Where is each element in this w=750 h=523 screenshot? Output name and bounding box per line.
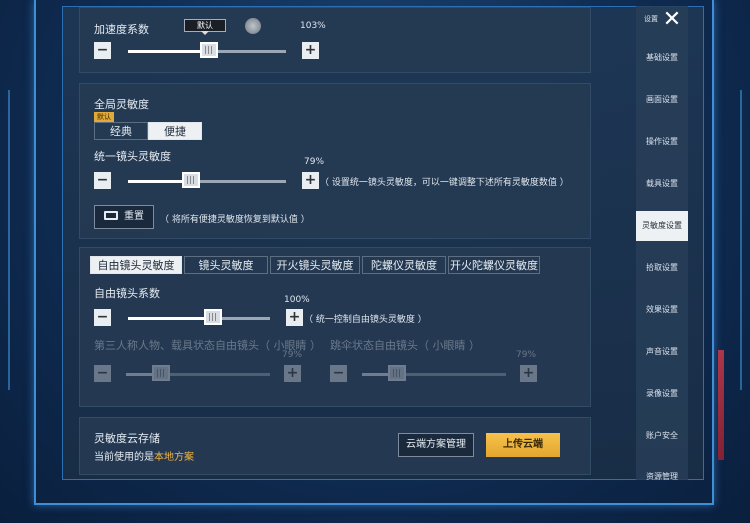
- default-marker-bubble: 默认: [184, 19, 226, 35]
- tab-fire-camera[interactable]: 开火镜头灵敏度: [270, 256, 360, 274]
- mode-convenient-tab[interactable]: 便捷: [148, 122, 202, 140]
- third-person-minus-button[interactable]: −: [94, 365, 111, 382]
- cloud-manage-button[interactable]: 云端方案管理: [398, 433, 474, 457]
- unified-plus-button[interactable]: +: [302, 172, 319, 189]
- accel-section: 加速度系数 103% − +: [79, 7, 591, 73]
- cloud-title: 灵敏度云存储: [94, 432, 160, 445]
- cloud-upload-button[interactable]: 上传云端: [486, 433, 560, 457]
- accel-slider-thumb[interactable]: [199, 42, 218, 58]
- sidebar-item-pickup[interactable]: 拾取设置: [636, 253, 688, 283]
- tab-fire-gyro[interactable]: 开火陀螺仪灵敏度: [448, 256, 540, 274]
- cloud-current-prefix: 当前使用的是: [94, 452, 154, 463]
- parachute-minus-button[interactable]: −: [330, 365, 347, 382]
- sidebar-item-account[interactable]: 账户安全: [636, 421, 688, 451]
- parachute-plus-button[interactable]: +: [520, 365, 537, 382]
- free-minus-button[interactable]: −: [94, 309, 111, 326]
- tab-gyro[interactable]: 陀螺仪灵敏度: [362, 256, 446, 274]
- unified-value: 79%: [304, 157, 325, 167]
- free-slider-fill: [128, 317, 214, 320]
- unified-minus-button[interactable]: −: [94, 172, 111, 189]
- third-person-slider-track[interactable]: [126, 373, 270, 376]
- unified-slider-thumb[interactable]: [182, 172, 201, 188]
- drag-handle-icon[interactable]: [245, 18, 261, 34]
- sidebar-item-vehicle[interactable]: 载具设置: [636, 169, 688, 199]
- reset-button[interactable]: 重置: [94, 205, 154, 229]
- free-slider-thumb[interactable]: [204, 309, 223, 325]
- unified-label: 统一镜头灵敏度: [94, 150, 171, 163]
- parachute-value: 79%: [516, 350, 537, 360]
- reset-label: 重置: [124, 211, 144, 222]
- sidebar-item-sensitivity[interactable]: 灵敏度设置: [636, 211, 688, 241]
- cloud-current: 当前使用的是本地方案: [94, 448, 194, 463]
- sidebar-item-graphics[interactable]: 画面设置: [636, 85, 688, 115]
- unified-hint: （ 设置统一镜头灵敏度，可以一键调整下述所有灵敏度数值 ）: [320, 178, 569, 188]
- accel-label: 加速度系数: [94, 23, 149, 36]
- sidebar-item-effects[interactable]: 效果设置: [636, 295, 688, 325]
- free-plus-button[interactable]: +: [286, 309, 303, 326]
- sidebar-item-basic[interactable]: 基础设置: [636, 43, 688, 73]
- tab-free-camera[interactable]: 自由镜头灵敏度: [90, 256, 182, 274]
- parachute-label: 跳伞状态自由镜头（ 小眼睛 ）: [330, 339, 480, 352]
- global-title: 全局灵敏度: [94, 98, 149, 111]
- free-label: 自由镜头系数: [94, 287, 160, 300]
- cloud-current-value: 本地方案: [154, 452, 194, 463]
- free-hint: （ 统一控制自由镜头灵敏度 ）: [304, 315, 427, 325]
- third-person-slider-thumb[interactable]: [151, 365, 170, 381]
- mode-classic-tab[interactable]: 经典: [94, 122, 148, 140]
- sidebar-item-recording[interactable]: 录像设置: [636, 379, 688, 409]
- camera-section: 自由镜头灵敏度 镜头灵敏度 开火镜头灵敏度 陀螺仪灵敏度 开火陀螺仪灵敏度 自由…: [79, 247, 591, 407]
- sidebar-item-resources[interactable]: 资源管理: [636, 457, 688, 480]
- close-icon[interactable]: ✕: [660, 9, 684, 31]
- accel-plus-button[interactable]: +: [302, 42, 319, 59]
- accel-slider-fill: [128, 50, 209, 53]
- sidebar-item-controls[interactable]: 操作设置: [636, 127, 688, 157]
- parachute-slider-thumb[interactable]: [387, 365, 406, 381]
- frame-decoration-left: [8, 90, 12, 390]
- free-slider-track[interactable]: [128, 317, 270, 320]
- accel-value: 103%: [300, 21, 326, 31]
- tab-camera[interactable]: 镜头灵敏度: [184, 256, 268, 274]
- free-value: 100%: [284, 295, 310, 305]
- reset-hint: （ 将所有便捷灵敏度恢复到默认值 ）: [160, 215, 310, 225]
- parachute-slider-track[interactable]: [362, 373, 506, 376]
- frame-red-accent: [718, 350, 724, 460]
- global-section: 全局灵敏度 默认 经典 便捷 统一镜头灵敏度 79% − + （ 设置统一镜头灵…: [79, 83, 591, 239]
- reset-icon: [104, 211, 118, 220]
- settings-sidebar: 设置 基础设置 画面设置 操作设置 载具设置 灵敏度设置 拾取设置 效果设置 声…: [636, 6, 688, 480]
- cloud-section: 灵敏度云存储 当前使用的是本地方案 云端方案管理 上传云端: [79, 417, 591, 475]
- settings-panel: 加速度系数 103% − + 默认 全局灵敏度 默认 经典 便捷 统一镜头灵敏度…: [62, 6, 704, 480]
- unified-slider-track[interactable]: [128, 180, 286, 183]
- sidebar-item-sound[interactable]: 声音设置: [636, 337, 688, 367]
- third-person-plus-button[interactable]: +: [284, 365, 301, 382]
- frame-decoration-right: [738, 90, 742, 390]
- accel-minus-button[interactable]: −: [94, 42, 111, 59]
- third-person-value: 79%: [282, 350, 303, 360]
- default-tag: 默认: [94, 112, 114, 122]
